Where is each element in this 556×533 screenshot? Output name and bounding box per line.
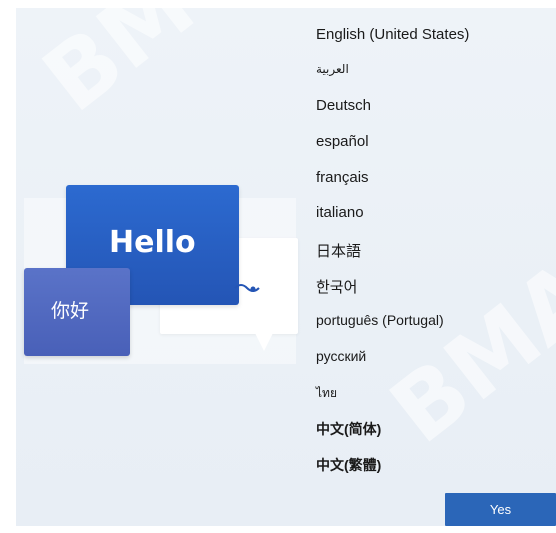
language-item[interactable]: español [316, 133, 369, 150]
squiggle-icon [234, 284, 260, 292]
language-item[interactable]: русский [316, 348, 366, 364]
yes-button[interactable]: Yes [445, 493, 556, 526]
language-item[interactable]: português (Portugal) [316, 312, 444, 328]
language-item[interactable]: 한국어 [316, 276, 357, 297]
language-item[interactable]: 日本語 [316, 240, 361, 261]
language-item[interactable]: français [316, 169, 369, 186]
nihao-card: 你好 [24, 268, 130, 356]
language-item[interactable]: italiano [316, 204, 364, 221]
language-item[interactable]: Deutsch [316, 97, 371, 114]
language-item[interactable]: ไทย [316, 384, 337, 403]
language-item[interactable]: English (United States) [316, 26, 469, 43]
language-item[interactable]: العربية [316, 62, 349, 76]
setup-window: BM BMA Hello 你好 English (United States) … [0, 0, 556, 533]
hello-text: Hello [109, 225, 196, 260]
language-item[interactable]: 中文(简体) [316, 419, 381, 439]
speech-bubble-tail [255, 333, 273, 351]
language-item[interactable]: 中文(繁體) [316, 455, 381, 475]
nihao-text: 你好 [51, 300, 90, 322]
